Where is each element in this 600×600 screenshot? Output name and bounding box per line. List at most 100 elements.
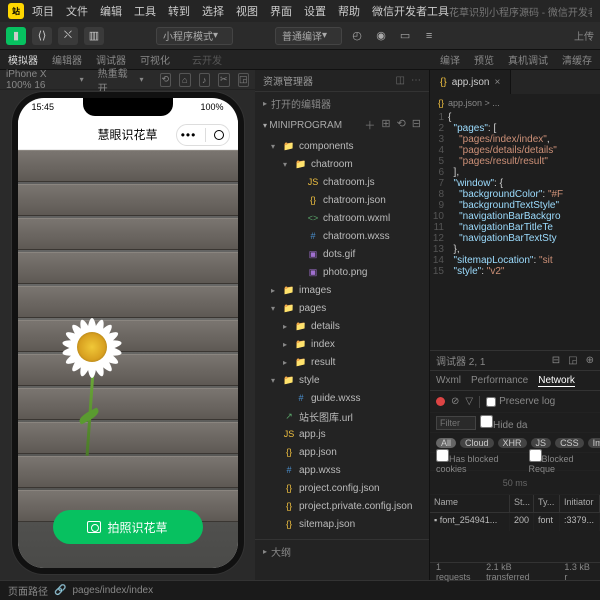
clear-cache-icon[interactable]: ≡ — [420, 27, 438, 45]
mute-icon[interactable]: ♪ — [199, 73, 211, 87]
tab-simulator[interactable]: 模拟器 — [8, 52, 38, 67]
devtools-panel: 调试器 2, 1 ⊟ ◲ ⊕ WxmlPerformanceNetwork ⊘ … — [430, 350, 600, 580]
clear-icon[interactable]: ⊘ — [451, 396, 459, 407]
tree-node[interactable]: ▸📁details — [255, 317, 429, 335]
dt-icon[interactable]: ⊟ — [552, 355, 560, 366]
tree-node[interactable]: ▸📁images — [255, 281, 429, 299]
tree-node[interactable]: ▸📁index — [255, 335, 429, 353]
dt-icon[interactable]: ⊕ — [586, 355, 594, 366]
hide-data-checkbox[interactable]: Hide da — [480, 415, 527, 431]
code-icon[interactable]: ⟨⟩ — [32, 27, 52, 45]
rotate-icon[interactable]: ⟲ — [160, 73, 172, 87]
remote-debug-icon[interactable]: ▭ — [396, 27, 414, 45]
img-icon: ▣ — [307, 266, 319, 278]
filter-pill[interactable]: All — [436, 438, 456, 448]
devtools-tab[interactable]: Wxml — [436, 375, 461, 386]
tree-node[interactable]: {}app.json — [255, 443, 429, 461]
cloud-dev[interactable]: 云开发 — [192, 52, 222, 67]
tab-visual[interactable]: 可视化 — [140, 52, 170, 67]
menu-item[interactable]: 界面 — [270, 3, 292, 19]
phone-icon[interactable]: ▮ — [6, 27, 26, 45]
preview-icon[interactable]: ◉ — [372, 27, 390, 45]
menu-item[interactable]: 编辑 — [100, 3, 122, 19]
close-icon[interactable]: × — [495, 77, 501, 88]
tree-node[interactable]: JSchatroom.js — [255, 173, 429, 191]
open-editors[interactable]: 打开的编辑器 — [271, 96, 331, 111]
cut-icon[interactable]: ✂ — [218, 73, 230, 87]
pop-icon[interactable]: ◲ — [238, 73, 250, 87]
filter-input[interactable] — [436, 416, 476, 430]
tab-editor[interactable]: 编辑器 — [52, 52, 82, 67]
editor-tab[interactable]: {} app.json × — [430, 70, 511, 94]
split-icon[interactable]: ◫ — [396, 75, 405, 86]
filter-pill[interactable]: JS — [531, 438, 552, 448]
record-icon[interactable] — [436, 397, 445, 406]
upload-label[interactable]: 上传 — [574, 28, 594, 43]
dt-icon[interactable]: ◲ — [568, 355, 577, 366]
phone-simulator[interactable]: 15:45100% 慧眼识花草 ••• — [18, 98, 238, 568]
project-root[interactable]: MINIPROGRAM — [269, 120, 342, 131]
toolbar-action[interactable]: 真机调试 — [508, 52, 548, 67]
visual-icon[interactable]: ▥ — [84, 27, 104, 45]
mode-select[interactable]: 小程序模式 ▾ — [156, 27, 233, 45]
breadcrumb[interactable]: {}app.json > ... — [430, 94, 600, 112]
menu-item[interactable]: 工具 — [134, 3, 156, 19]
explorer-tab[interactable]: 资源管理器 — [263, 73, 313, 88]
new-file-icon[interactable]: ＋ — [364, 117, 375, 133]
timeline[interactable]: 50 ms — [430, 471, 600, 495]
menu-item[interactable]: 微信开发者工具 — [372, 3, 449, 19]
network-row[interactable]: ▪ font_254941... 200 font :3379... — [430, 513, 600, 531]
tree-node[interactable]: {}chatroom.json — [255, 191, 429, 209]
device-select[interactable]: iPhone X 100% 16 — [6, 69, 72, 91]
outline-section[interactable]: 大纲 — [271, 544, 291, 559]
preserve-log-checkbox[interactable]: Preserve log — [486, 396, 555, 407]
compile-select[interactable]: 普通编译 ▾ — [275, 27, 342, 45]
tree-node[interactable]: ▣photo.png — [255, 263, 429, 281]
filter-pill[interactable]: Cloud — [460, 438, 494, 448]
menu-item[interactable]: 转到 — [168, 3, 190, 19]
tree-node[interactable]: JSapp.js — [255, 425, 429, 443]
filter-pill[interactable]: XHR — [498, 438, 527, 448]
code-editor[interactable]: 123456789101112131415 { "pages": [ "page… — [430, 112, 600, 350]
tree-node[interactable]: ▾📁components — [255, 137, 429, 155]
filter-pill[interactable]: Img — [588, 438, 600, 448]
tree-node[interactable]: ▾📁style — [255, 371, 429, 389]
tree-node[interactable]: {}sitemap.json — [255, 515, 429, 533]
toolbar-action[interactable]: 预览 — [474, 52, 494, 67]
capsule-button[interactable]: ••• — [176, 124, 230, 146]
tree-node[interactable]: ↗站长图库.url — [255, 407, 429, 425]
toolbar-action[interactable]: 清缓存 — [562, 52, 592, 67]
tree-node[interactable]: ▾📁chatroom — [255, 155, 429, 173]
menu-item[interactable]: 视图 — [236, 3, 258, 19]
link-icon[interactable]: 🔗 — [54, 585, 66, 596]
menu-item[interactable]: 选择 — [202, 3, 224, 19]
collapse-icon[interactable]: ⊟ — [412, 117, 421, 133]
menu-item[interactable]: 项目 — [32, 3, 54, 19]
tree-node[interactable]: {}project.config.json — [255, 479, 429, 497]
more-icon[interactable]: ⋯ — [411, 75, 421, 86]
devtools-tab[interactable]: Performance — [471, 375, 528, 386]
filter-icon[interactable]: ▽ — [465, 396, 473, 407]
home-icon[interactable]: ⌂ — [179, 73, 191, 87]
menu-item[interactable]: 设置 — [304, 3, 326, 19]
compile-icon[interactable]: ◴ — [348, 27, 366, 45]
menu-item[interactable]: 文件 — [66, 3, 88, 19]
tree-node[interactable]: ▸📁result — [255, 353, 429, 371]
tree-node[interactable]: #app.wxss — [255, 461, 429, 479]
page-path-value[interactable]: pages/index/index — [72, 585, 153, 596]
toolbar-action[interactable]: 编译 — [440, 52, 460, 67]
tree-node[interactable]: #guide.wxss — [255, 389, 429, 407]
tree-node[interactable]: {}project.private.config.json — [255, 497, 429, 515]
debugger-label[interactable]: 调试器 2, 1 — [436, 353, 485, 368]
menu-item[interactable]: 帮助 — [338, 3, 360, 19]
tree-node[interactable]: <>chatroom.wxml — [255, 209, 429, 227]
bug-icon[interactable]: ⛌ — [58, 27, 78, 45]
tree-node[interactable]: ▣dots.gif — [255, 245, 429, 263]
refresh-icon[interactable]: ⟲ — [397, 117, 406, 133]
capture-button[interactable]: 拍照识花草 — [53, 510, 203, 544]
devtools-tab[interactable]: Network — [538, 375, 575, 387]
filter-pill[interactable]: CSS — [555, 438, 584, 448]
new-folder-icon[interactable]: ⊞ — [381, 117, 390, 133]
tree-node[interactable]: #chatroom.wxss — [255, 227, 429, 245]
tree-node[interactable]: ▾📁pages — [255, 299, 429, 317]
